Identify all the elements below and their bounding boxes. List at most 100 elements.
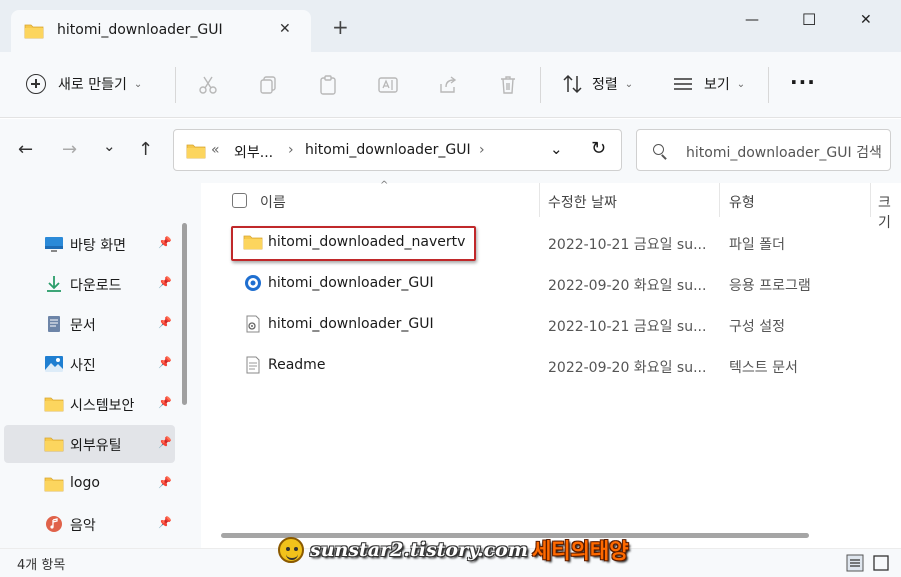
sidebar-item-documents[interactable]: 문서 📌 bbox=[4, 305, 175, 343]
file-date: 2022-10-21 금요일 su... bbox=[548, 237, 707, 253]
sidebar-item-label: 음악 bbox=[70, 518, 96, 534]
recent-locations-button[interactable]: ⌄ bbox=[103, 137, 116, 155]
sidebar-item-music[interactable]: 음악 📌 bbox=[4, 505, 175, 543]
pin-icon[interactable]: 📌 bbox=[158, 236, 172, 249]
search-input[interactable]: hitomi_downloader_GUI 검색 bbox=[686, 142, 882, 162]
back-button[interactable]: ← bbox=[18, 139, 33, 160]
folder-icon bbox=[186, 144, 206, 159]
music-icon bbox=[46, 516, 62, 532]
breadcrumb-current[interactable]: hitomi_downloader_GUI bbox=[305, 142, 471, 158]
file-type: 응용 프로그램 bbox=[729, 278, 811, 294]
details-view-icon[interactable] bbox=[846, 554, 864, 572]
command-bar: 새로 만들기 ⌄ 정렬 ⌄ 보기 ⌄ ··· bbox=[0, 52, 901, 118]
folder-icon bbox=[44, 397, 64, 412]
application-icon bbox=[245, 275, 261, 291]
share-icon[interactable] bbox=[437, 74, 459, 96]
view-button[interactable]: 보기 ⌄ bbox=[672, 74, 745, 94]
desktop-icon bbox=[45, 237, 63, 252]
new-tab-button[interactable]: + bbox=[332, 17, 349, 37]
sidebar-item-desktop[interactable]: 바탕 화면 📌 bbox=[4, 225, 175, 263]
file-type: 텍스트 문서 bbox=[729, 360, 798, 376]
table-row[interactable]: hitomi_downloader_GUI 2022-10-21 금요일 su.… bbox=[201, 304, 901, 345]
breadcrumb-separator[interactable]: › bbox=[288, 142, 294, 158]
pin-icon[interactable]: 📌 bbox=[158, 276, 172, 289]
highlight-box bbox=[231, 226, 476, 261]
pin-icon[interactable]: 📌 bbox=[158, 436, 172, 449]
cut-icon[interactable] bbox=[197, 74, 219, 96]
maximize-button[interactable]: ☐ bbox=[802, 10, 816, 29]
breadcrumb-overflow[interactable]: « bbox=[211, 142, 220, 158]
column-divider[interactable] bbox=[539, 183, 540, 217]
watermark: sunstar2.tistory.com 세티의태양 bbox=[278, 534, 629, 566]
sidebar-item-external-utils[interactable]: 외부유틸 📌 bbox=[4, 425, 175, 463]
forward-button[interactable]: → bbox=[62, 139, 77, 160]
rename-icon[interactable] bbox=[377, 74, 399, 96]
pin-icon[interactable]: 📌 bbox=[158, 476, 172, 489]
column-header-name[interactable]: 이름 bbox=[260, 192, 286, 212]
tab-title: hitomi_downloader_GUI bbox=[57, 22, 223, 38]
sort-button[interactable]: 정렬 ⌄ bbox=[562, 74, 633, 94]
table-row[interactable]: hitomi_downloader_GUI 2022-09-20 화요일 su.… bbox=[201, 263, 901, 304]
new-button[interactable]: 새로 만들기 ⌄ bbox=[26, 74, 142, 94]
item-count: 4개 항목 bbox=[17, 558, 66, 573]
sidebar-item-downloads[interactable]: 다운로드 📌 bbox=[4, 265, 175, 303]
file-date: 2022-09-20 화요일 su... bbox=[548, 360, 707, 376]
navigation-bar: ← → ⌄ ↑ « 외부... › hitomi_downloader_GUI … bbox=[0, 119, 901, 183]
column-divider[interactable] bbox=[719, 183, 720, 217]
pin-icon[interactable]: 📌 bbox=[158, 516, 172, 529]
divider bbox=[540, 67, 541, 103]
column-header-type[interactable]: 유형 bbox=[729, 192, 755, 212]
refresh-button[interactable]: ↻ bbox=[591, 138, 606, 159]
sidebar-item-label: 사진 bbox=[70, 358, 96, 374]
view-list-icon bbox=[674, 78, 692, 90]
search-icon bbox=[653, 144, 664, 155]
up-button[interactable]: ↑ bbox=[138, 139, 153, 160]
folder-icon bbox=[24, 24, 44, 39]
breadcrumb-parent[interactable]: 외부... bbox=[234, 142, 273, 162]
text-file-icon bbox=[246, 356, 260, 374]
file-type: 파일 폴더 bbox=[729, 237, 785, 253]
more-options-button[interactable]: ··· bbox=[790, 70, 816, 94]
column-header-date[interactable]: 수정한 날짜 bbox=[548, 192, 617, 212]
sort-ascending-icon: ^ bbox=[380, 180, 389, 191]
close-tab-icon[interactable]: ✕ bbox=[279, 21, 291, 37]
file-date: 2022-10-21 금요일 su... bbox=[548, 319, 707, 335]
plus-circle-icon bbox=[26, 74, 46, 94]
sidebar-item-label: logo bbox=[70, 475, 100, 491]
sidebar-item-logo[interactable]: logo 📌 bbox=[4, 465, 175, 503]
file-name: hitomi_downloader_GUI bbox=[268, 275, 434, 291]
pin-icon[interactable]: 📌 bbox=[158, 316, 172, 329]
breadcrumb-separator[interactable]: › bbox=[479, 142, 485, 158]
navigation-pane: 바탕 화면 📌 다운로드 📌 문서 📌 사진 📌 시스템보안 📌 외부유틸 📌 … bbox=[0, 183, 201, 548]
delete-icon[interactable] bbox=[497, 74, 519, 96]
divider bbox=[175, 67, 176, 103]
sidebar-item-label: 시스템보안 bbox=[70, 398, 135, 414]
folder-icon bbox=[44, 477, 64, 492]
address-bar[interactable]: « 외부... › hitomi_downloader_GUI › ⌄ ↻ bbox=[173, 129, 622, 171]
paste-icon[interactable] bbox=[317, 74, 339, 96]
column-divider[interactable] bbox=[870, 183, 871, 217]
sidebar-scrollbar[interactable] bbox=[182, 223, 187, 405]
pin-icon[interactable]: 📌 bbox=[158, 396, 172, 409]
sidebar-item-label: 다운로드 bbox=[70, 278, 122, 294]
copy-icon[interactable] bbox=[257, 74, 279, 96]
pin-icon[interactable]: 📌 bbox=[158, 356, 172, 369]
title-bar: hitomi_downloader_GUI ✕ + — ☐ ✕ bbox=[0, 0, 901, 52]
watermark-url: sunstar2.tistory.com bbox=[310, 539, 528, 561]
sidebar-item-pictures[interactable]: 사진 📌 bbox=[4, 345, 175, 383]
sidebar-item-label: 바탕 화면 bbox=[70, 238, 126, 254]
divider bbox=[768, 67, 769, 103]
tab-hitomi-downloader-gui[interactable]: hitomi_downloader_GUI ✕ bbox=[11, 10, 311, 52]
config-file-icon bbox=[246, 315, 260, 333]
table-row[interactable]: Readme 2022-09-20 화요일 su... 텍스트 문서 bbox=[201, 345, 901, 386]
large-icons-view-icon[interactable] bbox=[872, 554, 890, 572]
new-label: 새로 만들기 bbox=[58, 77, 127, 93]
select-all-checkbox[interactable] bbox=[232, 193, 247, 208]
sidebar-item-system-security[interactable]: 시스템보안 📌 bbox=[4, 385, 175, 423]
watermark-name: 세티의태양 bbox=[531, 539, 629, 563]
close-window-button[interactable]: ✕ bbox=[860, 12, 872, 28]
smiley-icon bbox=[278, 537, 304, 563]
address-dropdown-button[interactable]: ⌄ bbox=[550, 140, 563, 158]
minimize-button[interactable]: — bbox=[745, 12, 759, 28]
search-box[interactable]: hitomi_downloader_GUI 검색 bbox=[636, 129, 891, 171]
